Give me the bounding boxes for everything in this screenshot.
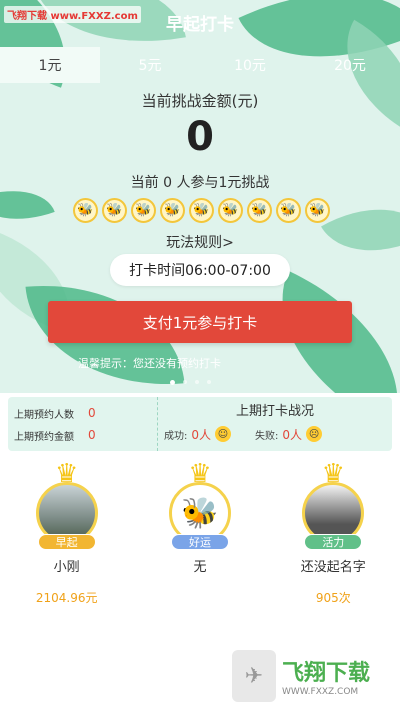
carousel-dot[interactable] xyxy=(195,380,199,384)
prev-amount-label: 上期预约金额 xyxy=(14,431,74,443)
bee-avatar-icon: 🐝 xyxy=(102,198,127,223)
participants-text: 当前 0 人参与1元挑战 xyxy=(130,175,270,191)
prev-amount-value: 0 xyxy=(88,428,96,442)
logo-icon: ✈ xyxy=(232,650,276,702)
tab-1-yuan[interactable]: 1元 xyxy=(0,47,100,83)
winner-badge: 活力 xyxy=(304,534,363,550)
result-title: 上期打卡战况 xyxy=(235,404,314,419)
prev-amount-row: 上期预约金额 0 xyxy=(14,424,151,446)
watermark-logo: ✈ 飞翔下载 WWW.FXXZ.COM xyxy=(232,648,392,704)
prev-count-label: 上期预约人数 xyxy=(14,409,74,421)
smile-face-icon: ☺ xyxy=(215,426,232,442)
bee-avatar-icon: 🐝 xyxy=(247,198,272,223)
winner-value: 2104.96元 xyxy=(35,591,98,605)
rules-link[interactable]: 玩法规则> xyxy=(0,232,400,252)
result-line: 成功: 0人 ☺ 失败: 0人 ☹ xyxy=(164,423,386,445)
winner-card-energy[interactable]: ♛ 活力 还没起名字 905次 xyxy=(273,461,393,612)
winner-card-early[interactable]: ♛ 早起 小刚 2104.96元 xyxy=(7,461,127,612)
bee-avatar-icon: 🐝 xyxy=(276,198,301,223)
participant-avatars: 🐝 🐝 🐝 🐝 🐝 🐝 🐝 🐝 🐝 xyxy=(73,198,333,226)
fail-label: 失败: xyxy=(255,430,279,442)
bee-avatar-icon: 🐝 xyxy=(131,198,156,223)
leaf-decoration xyxy=(321,181,400,279)
title-bar: 早起打卡 xyxy=(0,0,400,44)
fail-value: 0人 xyxy=(282,427,303,442)
winner-name: 还没起名字 xyxy=(300,560,366,575)
winners-list: ♛ 早起 小刚 2104.96元 ♛ 🐝 好运 无 ♛ 活力 还没起名字 905… xyxy=(0,461,400,612)
amount-tabs: 1元 5元 10元 20元 xyxy=(0,47,400,83)
stats-card: 上期预约人数 0 上期预约金额 0 上期打卡战况 成功: 0人 ☺ 失败: 0人… xyxy=(8,397,392,451)
page-title: 早起打卡 xyxy=(166,14,234,35)
watermark-name: 飞翔下载 xyxy=(282,661,371,686)
success-label: 成功: xyxy=(164,430,188,442)
winner-badge: 好运 xyxy=(170,534,229,550)
prev-booking-stats: 上期预约人数 0 上期预约金额 0 xyxy=(8,397,158,451)
bee-avatar-icon: 🐝 xyxy=(160,198,185,223)
bee-avatar-icon: 🐝 xyxy=(73,198,98,223)
challenge-amount-value: 0 xyxy=(186,114,214,160)
watermark-url: WWW.FXXZ.COM xyxy=(282,687,359,697)
winner-name: 无 xyxy=(193,560,207,575)
tab-10-yuan[interactable]: 10元 xyxy=(200,47,300,83)
bee-avatar-icon: 🐝 xyxy=(218,198,243,223)
bee-avatar-icon: 🐝 xyxy=(189,198,214,223)
pay-join-button[interactable]: 支付1元参与打卡 xyxy=(48,301,352,343)
success-value: 0人 xyxy=(191,427,212,442)
prev-count-row: 上期预约人数 0 xyxy=(14,402,151,424)
carousel-dot[interactable] xyxy=(183,380,187,384)
winner-name: 小刚 xyxy=(53,560,80,575)
prev-result-stats: 上期打卡战况 成功: 0人 ☺ 失败: 0人 ☹ xyxy=(158,397,392,451)
hero-banner: 飞翔下载 www.FXXZ.com 早起打卡 1元 5元 10元 20元 当前挑… xyxy=(0,0,400,393)
tab-20-yuan[interactable]: 20元 xyxy=(300,47,400,83)
winner-card-lucky[interactable]: ♛ 🐝 好运 无 xyxy=(140,461,260,612)
carousel-dot[interactable] xyxy=(170,380,175,385)
challenge-amount-label: 当前挑战金额(元) xyxy=(141,92,259,110)
tab-5-yuan[interactable]: 5元 xyxy=(100,47,200,83)
carousel-indicator xyxy=(170,380,211,385)
prev-count-value: 0 xyxy=(88,406,96,420)
winner-badge: 早起 xyxy=(37,534,96,550)
bee-avatar-icon: 🐝 xyxy=(305,198,330,223)
checkin-time: 打卡时间06:00-07:00 xyxy=(110,254,290,286)
sad-face-icon: ☹ xyxy=(306,426,323,442)
reminder-tip: 温馨提示：您还没有预约打卡 xyxy=(78,357,221,370)
carousel-dot[interactable] xyxy=(207,380,211,384)
winner-value: 905次 xyxy=(315,591,351,605)
